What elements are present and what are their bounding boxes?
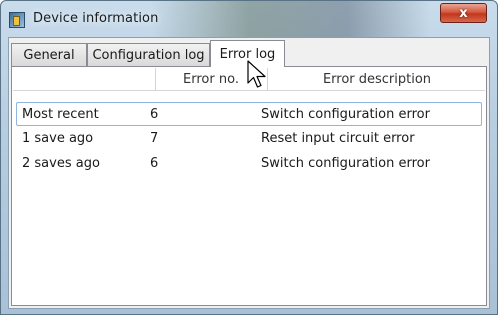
close-button[interactable]: x xyxy=(440,3,487,23)
row-period: 1 save ago xyxy=(22,130,94,146)
mouse-pointer-icon xyxy=(247,60,266,88)
window-title: Device information xyxy=(33,11,159,26)
row-error-no: 6 xyxy=(150,155,159,171)
table-row[interactable]: 2 saves ago 6 Switch configuration error xyxy=(16,152,482,176)
error-log-panel: Error no. Error description Most recent … xyxy=(11,66,487,306)
row-period: 2 saves ago xyxy=(22,155,100,171)
column-header-error-description[interactable]: Error description xyxy=(267,68,487,90)
column-header-period xyxy=(21,68,151,90)
device-app-icon xyxy=(9,12,25,28)
row-error-description: Switch configuration error xyxy=(261,155,430,171)
device-information-window: Device information x General Configurati… xyxy=(0,0,498,315)
table-row[interactable]: 1 save ago 7 Reset input circuit error xyxy=(16,127,482,151)
close-icon: x xyxy=(459,5,468,21)
row-error-description: Reset input circuit error xyxy=(261,130,415,146)
title-bar-glass xyxy=(151,1,431,37)
row-error-description: Switch configuration error xyxy=(261,106,430,122)
title-bar[interactable]: Device information x xyxy=(1,1,497,37)
tab-general[interactable]: General xyxy=(11,43,87,66)
table-row[interactable]: Most recent 6 Switch configuration error xyxy=(16,102,482,126)
tab-configuration-log[interactable]: Configuration log xyxy=(87,43,210,66)
row-error-no: 7 xyxy=(150,130,159,146)
row-period: Most recent xyxy=(22,106,99,122)
error-log-table: Error no. Error description Most recent … xyxy=(13,68,485,304)
row-error-no: 6 xyxy=(150,106,159,122)
